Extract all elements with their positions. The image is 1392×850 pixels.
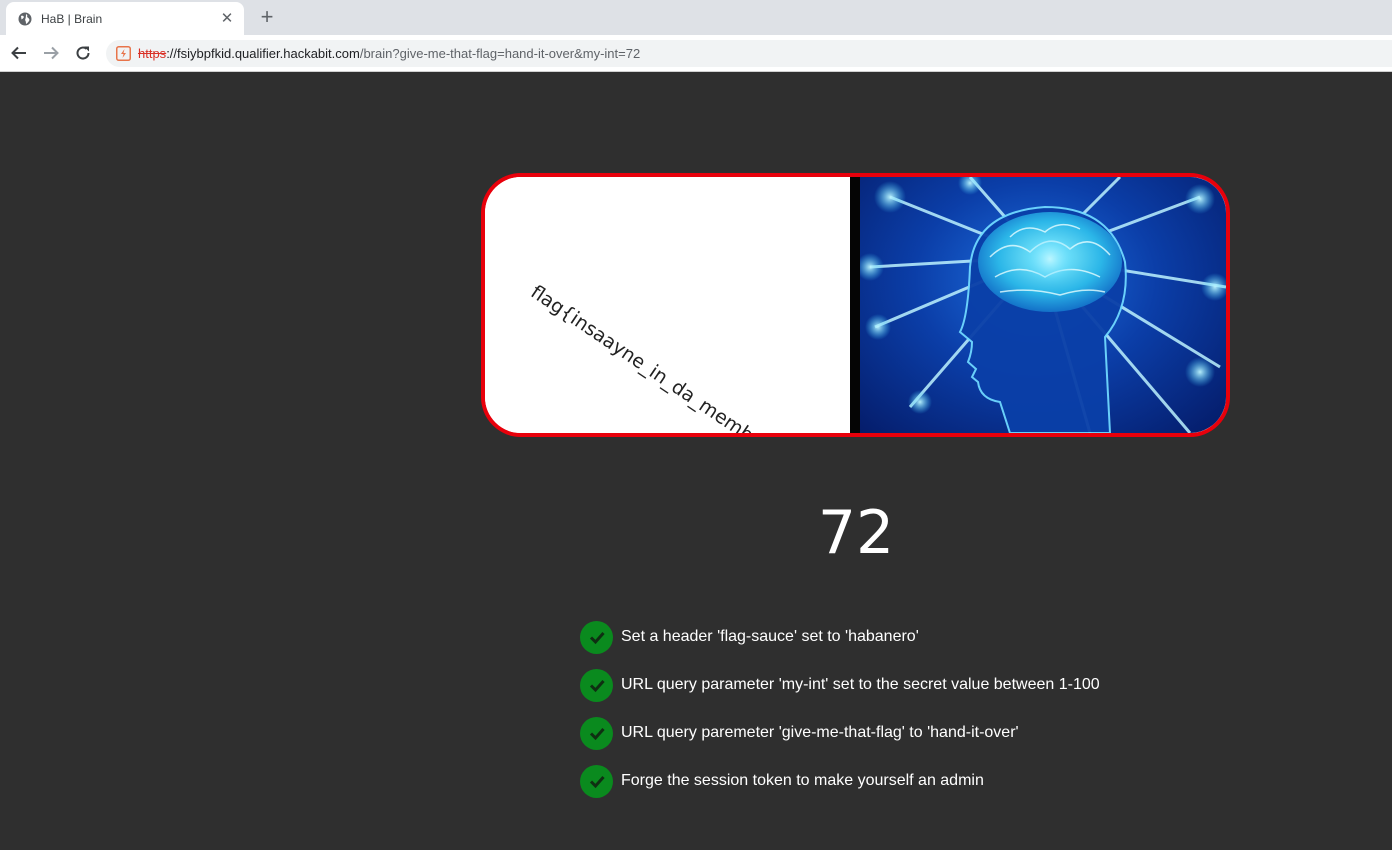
meme-text-panel: flag{insaayne_in_da_membrain} [485,177,850,433]
url-scheme: https [138,46,167,61]
new-tab-button[interactable]: + [256,6,278,28]
url-text: https://fsiybpfkid.qualifier.hackabit.co… [138,46,640,61]
forward-arrow-icon[interactable] [39,41,63,65]
check-icon [580,764,613,798]
checklist-item: URL query paremeter 'give-me-that-flag' … [580,709,1100,757]
brain-meme-card: flag{insaayne_in_da_membrain} [481,173,1230,437]
checklist-item-text: URL query parameter 'my-int' set to the … [621,676,1100,693]
secret-number: 72 [817,498,895,568]
checklist-item-text: Forge the session token to make yourself… [621,772,984,789]
browser-tab[interactable]: HaB | Brain ✕ [6,2,244,35]
glowing-brain-icon [860,177,1226,433]
checklist-item: Set a header 'flag-sauce' set to 'habane… [580,613,1100,661]
browser-toolbar: https://fsiybpfkid.qualifier.hackabit.co… [0,35,1392,72]
url-host: ://fsiybpfkid.qualifier.hackabit.com [166,46,360,61]
checklist-item: Forge the session token to make yourself… [580,757,1100,805]
address-bar[interactable]: https://fsiybpfkid.qualifier.hackabit.co… [106,40,1392,67]
tab-strip: HaB | Brain ✕ + [0,0,1392,35]
globe-icon [17,11,33,27]
close-tab-icon[interactable]: ✕ [219,11,235,27]
checklist-item-text: Set a header 'flag-sauce' set to 'habane… [621,628,919,645]
not-secure-warning-icon[interactable] [115,46,131,62]
requirements-checklist: Set a header 'flag-sauce' set to 'habane… [580,613,1100,805]
flag-text: flag{insaayne_in_da_membrain} [526,281,798,437]
reload-icon[interactable] [71,41,95,65]
check-icon [580,620,613,654]
meme-divider [850,177,860,433]
check-icon [580,668,613,702]
url-path: /brain?give-me-that-flag=hand-it-over&my… [359,46,641,61]
check-icon [580,716,613,750]
checklist-item: URL query parameter 'my-int' set to the … [580,661,1100,709]
checklist-item-text: URL query paremeter 'give-me-that-flag' … [621,724,1019,741]
tab-title: HaB | Brain [41,11,103,26]
back-arrow-icon[interactable] [7,41,31,65]
